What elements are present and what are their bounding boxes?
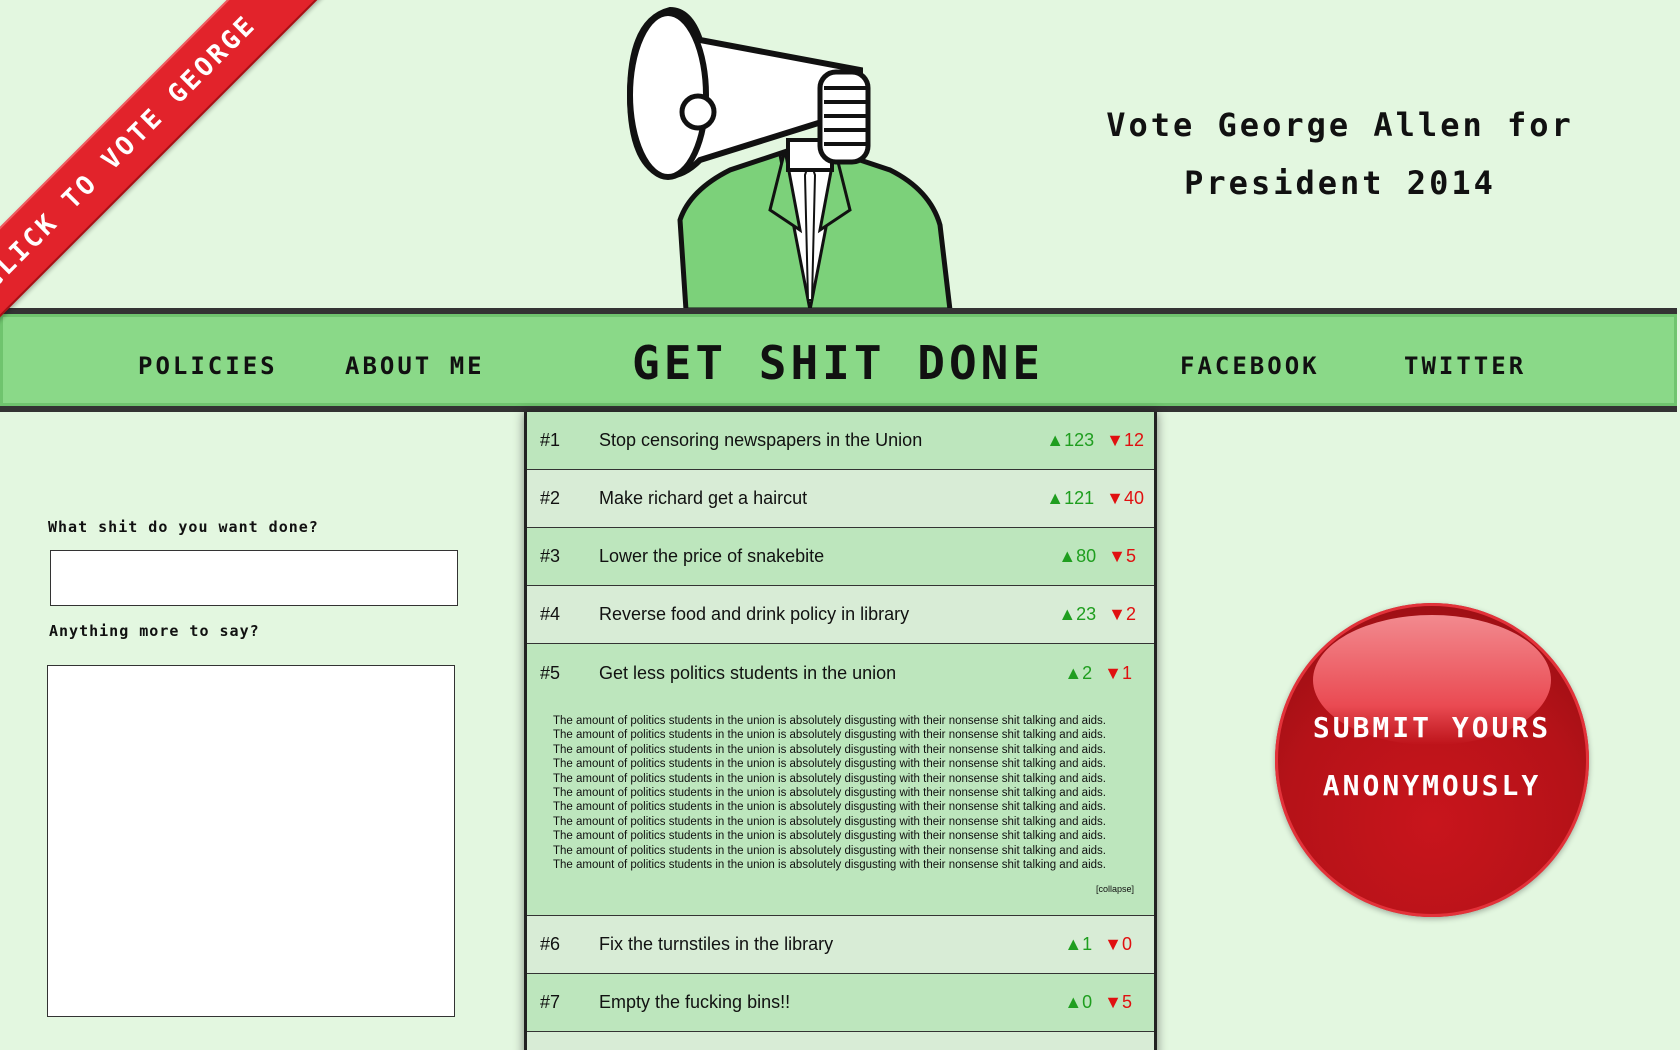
policy-title: Make richard get a haircut <box>599 488 808 508</box>
submit-label-line-2: ANONYMOUSLY <box>1322 769 1542 802</box>
policy-row-5-expanded[interactable]: #5 Get less politics students in the uni… <box>527 644 1154 916</box>
megaphone-head-mascot <box>626 6 953 310</box>
vote-george-ribbon[interactable]: CLICK TO VOTE GEORGE <box>0 0 327 340</box>
policy-rank: #2 <box>540 488 561 508</box>
policy-title: Lower the price of snakebite <box>599 546 825 566</box>
nav-policies-link[interactable]: POLICIES <box>138 352 278 380</box>
policy-title: Reverse food and drink policy in library <box>599 604 910 624</box>
upvote-button[interactable]: ▲23 <box>1058 604 1096 625</box>
downvote-button[interactable]: ▼0 <box>1104 934 1132 955</box>
policy-rank: #6 <box>540 934 561 954</box>
policy-row-4[interactable]: #4 Reverse food and drink policy in libr… <box>527 586 1154 644</box>
description-line: The amount of politics students in the u… <box>553 729 1106 742</box>
upvote-button[interactable]: ▲123 <box>1046 430 1094 451</box>
submit-label-line-1: SUBMIT YOURS <box>1312 711 1552 744</box>
description-line: The amount of politics students in the u… <box>553 844 1106 857</box>
policy-rank: #1 <box>540 430 561 450</box>
policy-list: #1 Stop censoring newspapers in the Unio… <box>524 412 1157 1050</box>
campaign-headline: Vote George Allen for President 2014 <box>1090 96 1590 212</box>
more-to-say-label: Anything more to say? <box>49 622 260 640</box>
description-line: The amount of politics students in the u… <box>553 859 1106 872</box>
vote-ribbon-area: CLICK TO VOTE GEORGE <box>0 0 340 340</box>
policy-title: Fix the turnstiles in the library <box>599 934 834 954</box>
policy-row-1[interactable]: #1 Stop censoring newspapers in the Unio… <box>527 412 1154 470</box>
nav-twitter-link[interactable]: TWITTER <box>1404 352 1526 380</box>
policy-rank: #5 <box>540 662 561 683</box>
site-title: GET SHIT DONE <box>632 336 1045 390</box>
headline-line-2: President 2014 <box>1184 164 1496 202</box>
submit-label: SUBMIT YOURS ANONYMOUSLY <box>1275 699 1589 815</box>
upvote-button[interactable]: ▲80 <box>1058 546 1096 567</box>
downvote-button[interactable]: ▼5 <box>1104 992 1132 1013</box>
upvote-button[interactable]: ▲0 <box>1064 992 1092 1013</box>
description-line: The amount of politics students in the u… <box>553 743 1106 756</box>
description-line: The amount of politics students in the u… <box>553 758 1106 771</box>
nav-facebook-link[interactable]: FACEBOOK <box>1180 352 1320 380</box>
policy-title: Empty the fucking bins!! <box>599 992 791 1012</box>
description-line: The amount of politics students in the u… <box>553 772 1106 785</box>
policy-rank: #7 <box>540 992 561 1012</box>
submit-anonymously-button[interactable]: SUBMIT YOURS ANONYMOUSLY <box>1275 603 1589 917</box>
policy-row-3[interactable]: #3 Lower the price of snakebite ▲80 ▼5 <box>527 528 1154 586</box>
policy-row-2[interactable]: #2 Make richard get a haircut ▲121 ▼40 <box>527 470 1154 528</box>
policy-rank: #4 <box>540 604 561 624</box>
description-line: The amount of politics students in the u… <box>553 815 1106 828</box>
want-done-input[interactable] <box>50 550 458 606</box>
policy-title: Stop censoring newspapers in the Union <box>599 430 923 450</box>
upvote-button[interactable]: ▲121 <box>1046 488 1094 509</box>
downvote-button[interactable]: ▼1 <box>1104 663 1132 684</box>
description-line: The amount of politics students in the u… <box>553 801 1106 814</box>
policy-rank: #3 <box>540 546 561 566</box>
policy-description: The amount of politics students in the u… <box>553 714 1133 872</box>
policy-row-6[interactable]: #6 Fix the turnstiles in the library ▲1 … <box>527 916 1154 974</box>
want-done-label: What shit do you want done? <box>48 518 319 536</box>
policy-row-7[interactable]: #7 Empty the fucking bins!! ▲0 ▼5 <box>527 974 1154 1032</box>
upvote-button[interactable]: ▲2 <box>1064 663 1092 684</box>
downvote-button[interactable]: ▼2 <box>1108 604 1136 625</box>
more-to-say-textarea[interactable] <box>47 665 455 1017</box>
description-line: The amount of politics students in the u… <box>553 715 1106 727</box>
collapse-link[interactable]: [collapse] <box>1096 884 1134 894</box>
policy-row-8-partial[interactable] <box>527 1032 1154 1050</box>
description-line: The amount of politics students in the u… <box>553 787 1106 800</box>
description-line: The amount of politics students in the u… <box>553 830 1106 843</box>
downvote-button[interactable]: ▼5 <box>1108 546 1136 567</box>
nav-about-link[interactable]: ABOUT ME <box>345 352 485 380</box>
upvote-button[interactable]: ▲1 <box>1064 934 1092 955</box>
policy-title: Get less politics students in the union <box>599 662 897 683</box>
headline-line-1: Vote George Allen for <box>1106 106 1574 144</box>
downvote-button[interactable]: ▼40 <box>1106 488 1144 509</box>
downvote-button[interactable]: ▼12 <box>1106 430 1144 451</box>
